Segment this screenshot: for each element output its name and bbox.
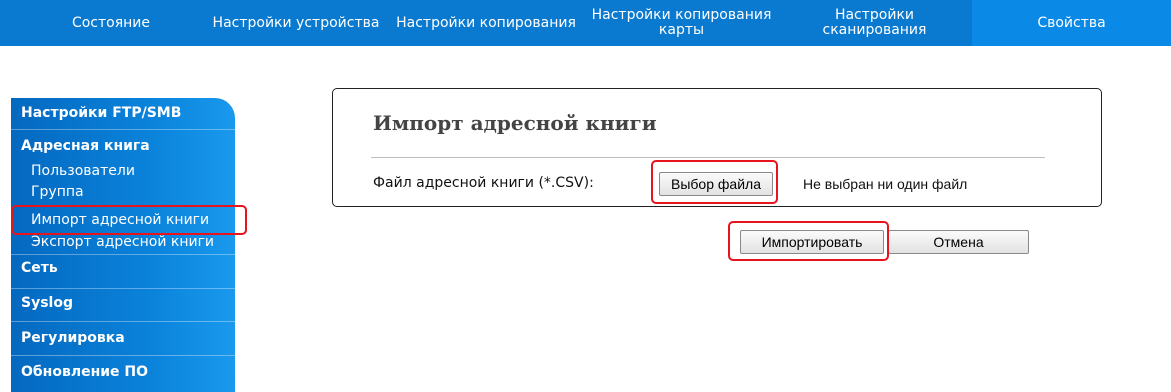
sidebar-divider (11, 254, 235, 255)
sidebar-divider (11, 321, 235, 322)
tab-copy-settings-label: Настройки копирования (396, 14, 576, 31)
title-divider (371, 157, 1045, 158)
tab-device-settings-label: Настройки устройства (212, 14, 380, 31)
tab-card-copy-settings[interactable]: Настройки копирования карты (585, 0, 778, 46)
tab-scan-line1: Настройки (834, 7, 915, 23)
tab-card-copy-line1: Настройки копирования (591, 7, 772, 23)
file-field-label: Файл адресной книги (*.CSV): (373, 175, 594, 191)
sidebar-item-export-address-book[interactable]: Экспорт адресной книги (31, 234, 214, 250)
tab-device-settings[interactable]: Настройки устройства (205, 0, 387, 46)
sidebar-item-firmware-update[interactable]: Обновление ПО (21, 364, 148, 380)
sidebar-divider (11, 129, 235, 130)
choose-file-button[interactable]: Выбор файла (659, 172, 773, 196)
sidebar: Настройки FTP/SMB Адресная книга Пользов… (11, 98, 235, 392)
sidebar-item-import-address-book[interactable]: Импорт адресной книги (31, 212, 209, 228)
sidebar-item-users[interactable]: Пользователи (31, 163, 135, 179)
tab-scan-line2: сканирования (822, 22, 927, 38)
sidebar-item-network[interactable]: Сеть (21, 260, 58, 276)
tab-status-label: Состояние (71, 14, 151, 31)
file-status-text: Не выбран ни один файл (803, 176, 968, 192)
tab-properties[interactable]: Свойства (972, 0, 1171, 46)
sidebar-item-syslog[interactable]: Syslog (21, 295, 73, 311)
top-nav: Состояние Настройки устройства Настройки… (0, 0, 1171, 46)
tab-card-copy-line2: карты (658, 22, 705, 38)
sidebar-item-ftp-smb[interactable]: Настройки FTP/SMB (21, 105, 181, 121)
tab-scan-settings[interactable]: Настройки сканирования (778, 0, 971, 46)
page-title: Импорт адресной книги (373, 111, 657, 135)
import-panel: Импорт адресной книги Файл адресной книг… (332, 88, 1102, 207)
sidebar-divider (11, 355, 235, 356)
import-button[interactable]: Импортировать (740, 230, 884, 254)
sidebar-item-group[interactable]: Группа (31, 184, 84, 200)
tab-status[interactable]: Состояние (18, 0, 204, 46)
sidebar-divider (11, 288, 235, 289)
sidebar-item-regulation[interactable]: Регулировка (21, 330, 125, 346)
sidebar-item-address-book[interactable]: Адресная книга (21, 138, 150, 154)
tab-properties-label: Свойства (1037, 14, 1106, 31)
tab-copy-settings[interactable]: Настройки копирования (387, 0, 585, 46)
cancel-button[interactable]: Отмена (888, 230, 1029, 254)
